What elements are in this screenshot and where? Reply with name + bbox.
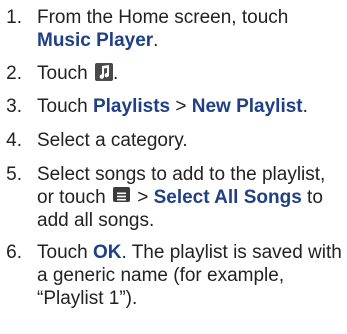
step-pre-text: Touch xyxy=(37,96,88,117)
step-number: 1. xyxy=(6,7,22,28)
step-number: 4. xyxy=(6,130,22,151)
separator-text: > xyxy=(170,96,192,117)
step-text: Select songs to add to the playlist, or … xyxy=(37,163,345,232)
step-text: Touch Playlists > New Playlist. xyxy=(37,95,345,118)
step-post-text: . xyxy=(112,63,119,84)
step-pre-text: Touch xyxy=(37,242,88,263)
step-number: 5. xyxy=(6,164,22,185)
ok-label: OK xyxy=(92,242,122,263)
music-note-icon xyxy=(94,63,113,81)
step-text: Touch . xyxy=(37,62,345,85)
step-pre-text: Touch xyxy=(37,63,88,84)
music-player-label: Music Player xyxy=(37,30,154,51)
step-text: From the Home screen, touch Music Player… xyxy=(37,6,345,52)
menu-icon xyxy=(112,187,130,202)
step-number: 3. xyxy=(6,96,22,117)
step-number: 2. xyxy=(6,63,22,84)
step-text: Select a category. xyxy=(37,130,188,151)
separator-text: > xyxy=(131,187,154,208)
step-pre-text: From the Home screen, touch xyxy=(37,7,289,28)
step-post-text: . xyxy=(302,96,308,117)
new-playlist-label: New Playlist xyxy=(191,96,303,117)
select-all-songs-label: Select All Songs xyxy=(153,187,302,208)
step-text: Touch OK. The playlist is saved with a g… xyxy=(37,241,345,310)
playlists-label: Playlists xyxy=(92,96,171,117)
step-number: 6. xyxy=(6,242,22,263)
instructions-list: 1. From the Home screen, touch Music Pla… xyxy=(0,0,347,334)
step-post-text: . xyxy=(153,30,159,51)
